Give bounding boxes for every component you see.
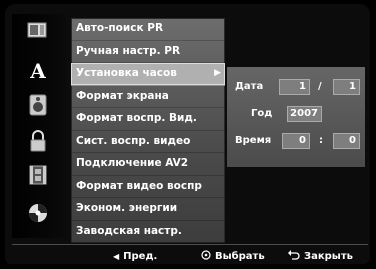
film-icon[interactable] xyxy=(24,164,52,186)
disc-icon[interactable] xyxy=(24,202,52,224)
time-label: Время xyxy=(235,135,272,146)
prev-label: Пред. xyxy=(123,250,158,262)
menu-item-label: Подключение AV2 xyxy=(76,157,189,169)
menu-item-label: Ручная настр. PR xyxy=(76,44,181,57)
date-day-field[interactable]: 1 xyxy=(279,79,310,95)
category-icon-bar: A xyxy=(12,14,66,238)
return-icon xyxy=(288,249,300,263)
menu-item-manual-tuning[interactable]: Ручная настр. PR xyxy=(71,41,225,63)
menu-item-label: Заводская настр. xyxy=(76,224,182,237)
close-label: Закрыть xyxy=(304,250,353,262)
audio-speaker-icon[interactable] xyxy=(24,94,52,116)
menu-item-label: Авто-поиск PR xyxy=(76,22,164,34)
menu-item-label: Формат экрана xyxy=(76,89,169,102)
menu-item-label: Формат видео воспр xyxy=(76,179,202,192)
menu-item-label: Формат воспр. Вид. xyxy=(76,112,197,124)
menu-item-label: Эконом. энергии xyxy=(76,202,178,214)
menu-item-label: Установка часов xyxy=(76,67,177,79)
menu-item-auto-search[interactable]: Авто-поиск PR xyxy=(71,18,225,41)
footer-divider xyxy=(12,244,368,245)
clock-setup-panel: Дата 1 / 1 Год 2007 Время 0 : 0 xyxy=(227,67,365,167)
date-separator: / xyxy=(318,81,322,92)
menu-item-power-save[interactable]: Эконом. энергии xyxy=(71,198,225,221)
menu-item-av2-connection[interactable]: Подключение AV2 xyxy=(71,153,225,176)
language-icon[interactable]: A xyxy=(24,59,52,83)
select-label: Выбрать xyxy=(215,250,265,262)
date-label: Дата xyxy=(235,81,264,92)
footer-hints: ◀ Пред. Выбрать Закрыть xyxy=(11,248,374,264)
close-hint[interactable]: Закрыть xyxy=(288,249,353,263)
time-hour-field[interactable]: 0 xyxy=(282,133,310,149)
osd-screen: A Авто-поиск PR Ручная настр. PR Установ… xyxy=(5,4,370,264)
time-minute-field[interactable]: 0 xyxy=(333,133,360,149)
prev-hint[interactable]: ◀ Пред. xyxy=(113,251,157,262)
year-label: Год xyxy=(251,108,273,119)
settings-panel-icon[interactable] xyxy=(24,20,52,42)
menu-item-screen-format[interactable]: Формат экрана xyxy=(71,86,225,108)
menu-item-factory-reset[interactable]: Заводская настр. xyxy=(71,221,225,243)
menu-item-video-system[interactable]: Сист. воспр. видео xyxy=(71,131,225,153)
lock-icon[interactable] xyxy=(24,130,52,152)
year-field[interactable]: 2007 xyxy=(287,106,322,122)
menu-item-clock-setup[interactable]: Установка часов ▶ xyxy=(71,63,225,86)
submenu-arrow-icon: ▶ xyxy=(214,68,221,78)
left-arrow-icon: ◀ xyxy=(113,251,120,261)
menu-item-label: Сист. воспр. видео xyxy=(76,134,191,147)
ok-button-icon xyxy=(201,249,211,263)
select-hint[interactable]: Выбрать xyxy=(201,249,265,263)
time-separator: : xyxy=(319,135,323,146)
menu-item-video-output-format[interactable]: Формат видео воспр xyxy=(71,176,225,198)
setup-menu-list: Авто-поиск PR Ручная настр. PR Установка… xyxy=(71,18,225,243)
menu-item-playback-view-format[interactable]: Формат воспр. Вид. xyxy=(71,108,225,131)
date-month-field[interactable]: 1 xyxy=(333,79,360,95)
